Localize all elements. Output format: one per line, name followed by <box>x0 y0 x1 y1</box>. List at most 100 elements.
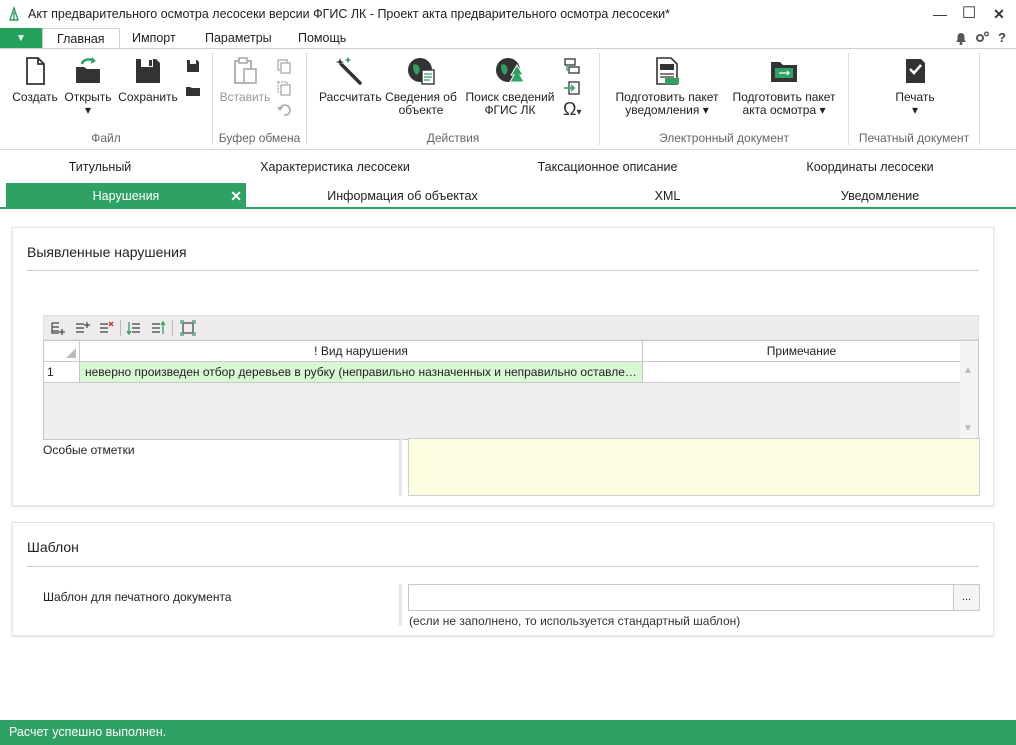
magic-wand-icon <box>336 57 362 85</box>
inspect-pkg-label-2: акта осмотра ▾ <box>742 103 826 117</box>
status-text: Расчет успешно выполнен. <box>9 725 167 739</box>
table-export-icon[interactable] <box>563 57 581 75</box>
print-document-icon <box>906 59 925 83</box>
open-recent-folder-icon[interactable] <box>184 81 202 99</box>
template-title: Шаблон <box>27 539 79 555</box>
prepare-notification-package-button[interactable]: Подготовить пакет уведомления ▾ <box>612 55 722 117</box>
violations-title: Выявленные нарушения <box>27 244 187 260</box>
delete-row-icon[interactable] <box>98 320 114 336</box>
column-header-note[interactable]: Примечание <box>643 341 961 362</box>
notify-pkg-label-2: уведомления ▾ <box>625 103 709 117</box>
file-menu-button[interactable]: ▼ <box>0 28 42 49</box>
violations-panel: Выявленные нарушения ! Вид нарушения При… <box>12 227 994 506</box>
violation-type-cell[interactable]: неверно произведен отбор деревьев в рубк… <box>80 362 643 383</box>
status-bar: Расчет успешно выполнен. <box>0 720 1016 745</box>
scroll-down-icon[interactable]: ▼ <box>963 423 973 434</box>
tab-xml[interactable]: XML <box>560 183 775 209</box>
special-notes-input[interactable] <box>408 438 980 496</box>
browse-template-button[interactable]: ... <box>953 584 980 611</box>
row-number: 1 <box>44 362 80 383</box>
move-row-down-icon[interactable] <box>126 320 142 336</box>
ribbon: Создать Открыть ▾ Сохранить Файл Вставит… <box>0 48 1016 150</box>
copy-icon[interactable] <box>275 57 293 75</box>
save-as-icon[interactable] <box>184 57 202 75</box>
column-header-violation-type[interactable]: ! Вид нарушения <box>80 341 643 362</box>
paste-label: Вставить <box>219 90 271 104</box>
template-hint: (если не заполнено, то используется стан… <box>409 614 741 628</box>
search-fgis-button[interactable]: Поиск сведений ФГИС ЛК <box>463 55 557 117</box>
tab-title-page[interactable]: Титульный <box>0 154 200 180</box>
paste-button[interactable]: Вставить <box>219 55 271 104</box>
inspect-pkg-label-1: Подготовить пакет <box>732 90 836 104</box>
ribbon-separator <box>979 53 980 145</box>
tab-close-icon[interactable]: ✕ <box>230 183 242 209</box>
grid-scrollbar[interactable]: ▲ ▼ <box>960 341 978 439</box>
object-info-label-1: Сведения об <box>385 90 457 104</box>
special-notes-label: Особые отметки <box>43 443 135 457</box>
add-row-icon[interactable] <box>50 320 66 336</box>
prepare-inspection-package-button[interactable]: Подготовить пакет акта осмотра ▾ <box>728 55 840 117</box>
tab-plot-characteristics[interactable]: Характеристика лесосеки <box>220 154 450 180</box>
close-button[interactable]: ✕ <box>988 4 1010 24</box>
cut-icon[interactable] <box>275 79 293 97</box>
select-all-icon <box>66 348 76 358</box>
new-document-icon <box>26 57 45 85</box>
divider <box>27 566 979 567</box>
xml-document-icon <box>656 57 679 85</box>
tab-plot-coordinates[interactable]: Координаты лесосеки <box>760 154 980 180</box>
tab-violations-label: Нарушения <box>92 189 160 203</box>
tab-violations[interactable]: Нарушения ✕ <box>6 183 246 209</box>
field-indicator-bar <box>399 584 402 626</box>
tab-main[interactable]: Главная <box>42 28 120 50</box>
move-row-up-icon[interactable] <box>150 320 166 336</box>
omega-dropdown-arrow: ▾ <box>576 107 582 118</box>
window-title: Акт предварительного осмотра лесосеки ве… <box>28 7 670 21</box>
title-bar: Акт предварительного осмотра лесосеки ве… <box>0 0 1016 28</box>
import-arrow-icon[interactable] <box>563 79 581 97</box>
create-label: Создать <box>12 90 58 104</box>
ribbon-group-print: Печать ▾ Печатный документ <box>849 49 979 149</box>
tab-taxation-description[interactable]: Таксационное описание <box>490 154 725 180</box>
template-path-input[interactable] <box>408 584 954 611</box>
ribbon-group-edoc: Подготовить пакет уведомления ▾ Подготов… <box>600 49 848 149</box>
group-print-label: Печатный документ <box>858 131 970 145</box>
tab-notification[interactable]: Уведомление <box>770 183 990 209</box>
group-file-label: Файл <box>91 131 121 145</box>
open-label: Открыть <box>64 90 112 104</box>
help-icon[interactable]: ? <box>998 30 1006 45</box>
maximize-button[interactable]: ☐ <box>958 4 980 24</box>
grid-corner-header[interactable] <box>44 341 80 362</box>
group-clipboard-label: Буфер обмена <box>218 131 301 145</box>
template-field-label: Шаблон для печатного документа <box>43 590 232 604</box>
violations-grid: ! Вид нарушения Примечание 1 неверно про… <box>43 340 979 440</box>
special-symbols-button[interactable]: Ω▾ <box>563 99 582 120</box>
open-button[interactable]: Открыть ▾ <box>62 55 114 117</box>
notify-pkg-label-1: Подготовить пакет <box>615 90 719 104</box>
settings-gear-icon[interactable] <box>974 30 990 46</box>
create-button[interactable]: Создать <box>12 55 58 104</box>
fit-columns-icon[interactable] <box>180 320 196 336</box>
object-info-button[interactable]: Сведения об объекте <box>383 55 459 117</box>
print-button[interactable]: Печать ▾ <box>889 55 941 117</box>
group-actions-label: Действия <box>426 131 480 145</box>
tab-import[interactable]: Импорт <box>118 28 190 49</box>
tab-parameters[interactable]: Параметры <box>191 28 286 49</box>
notifications-bell-icon[interactable] <box>953 30 969 46</box>
globe-document-icon <box>408 58 435 85</box>
tab-help[interactable]: Помощь <box>284 28 360 49</box>
document-tab-bar: Титульный Характеристика лесосеки Таксац… <box>0 150 1016 210</box>
minimize-button[interactable]: — <box>929 4 951 24</box>
calculate-button[interactable]: Рассчитать <box>319 55 382 104</box>
tab-underline <box>0 207 1016 209</box>
note-cell[interactable] <box>643 362 961 383</box>
undo-icon[interactable] <box>275 101 293 119</box>
tab-objects-info[interactable]: Информация об объектах <box>280 183 525 209</box>
save-label: Сохранить <box>118 90 178 104</box>
save-floppy-icon <box>136 59 160 83</box>
insert-row-icon[interactable] <box>74 320 90 336</box>
paste-clipboard-icon <box>234 57 257 84</box>
ribbon-group-file: Создать Открыть ▾ Сохранить Файл <box>0 49 212 149</box>
scroll-up-icon[interactable]: ▲ <box>963 365 973 376</box>
save-button[interactable]: Сохранить <box>117 55 179 104</box>
content-area: Выявленные нарушения ! Вид нарушения При… <box>0 210 1016 720</box>
